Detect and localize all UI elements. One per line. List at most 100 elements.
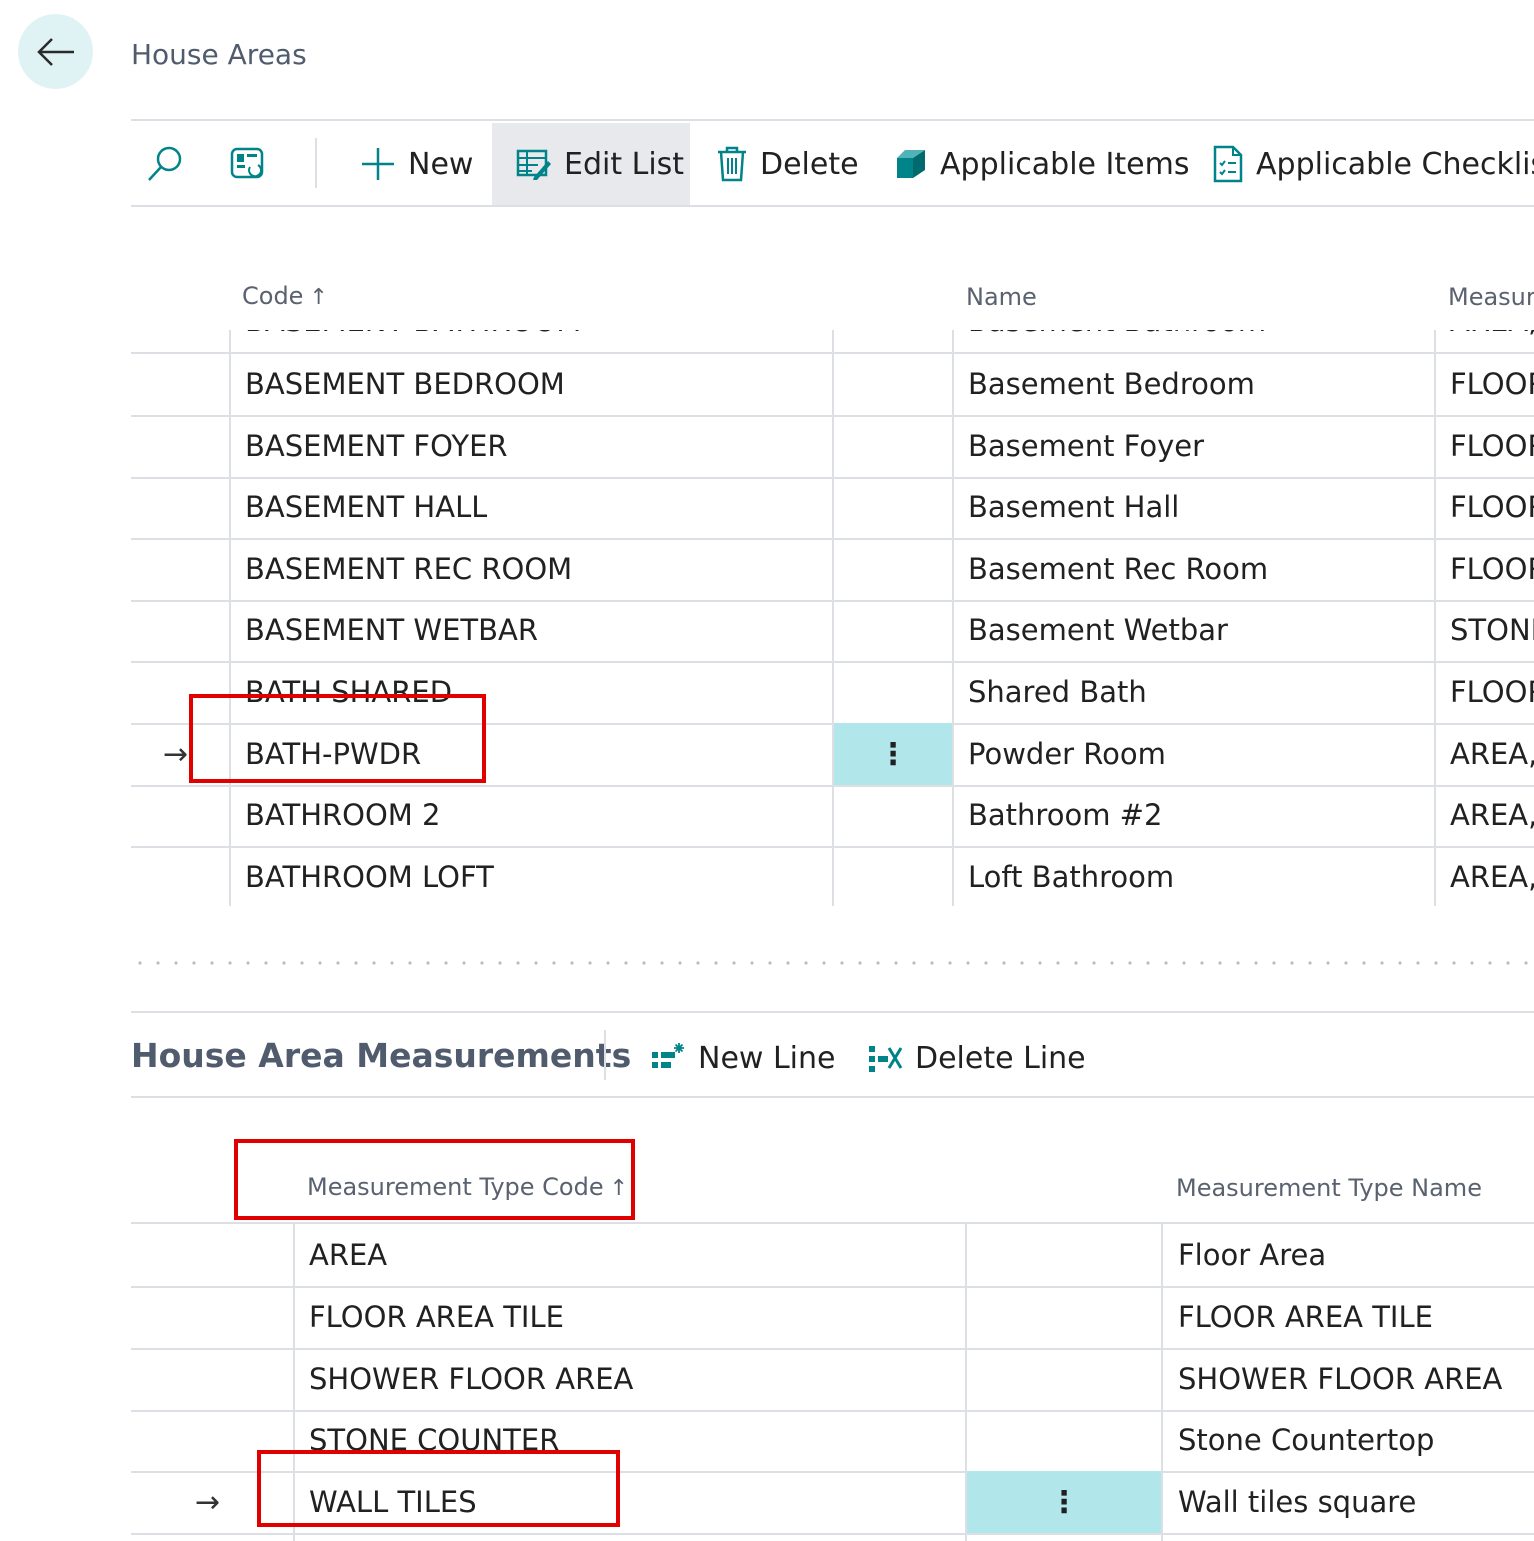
code-cell[interactable]: BATHROOM LOFT: [245, 846, 494, 906]
measurement-name-cell[interactable]: Stone Countertop: [1178, 1409, 1434, 1471]
table-row-selected[interactable]: → BATH-PWDR ⋮ Powder Room AREA,: [131, 723, 1534, 787]
code-cell[interactable]: BASEMENT BEDROOM: [245, 353, 565, 415]
row-menu-button[interactable]: ⋮: [967, 1471, 1161, 1533]
name-cell[interactable]: Basement Wetbar: [968, 599, 1228, 661]
code-cell[interactable]: BATH SHARED: [245, 661, 452, 723]
name-cell[interactable]: Shared Bath: [968, 661, 1147, 723]
measurement-code-cell[interactable]: STONE COUNTER: [309, 1409, 559, 1471]
current-row-arrow-icon: →: [195, 1484, 221, 1520]
measurement-code-cell[interactable]: AREA: [309, 1224, 387, 1286]
back-button[interactable]: [18, 14, 93, 89]
code-cell[interactable]: BASEMENT HALL: [245, 476, 487, 538]
delete-button[interactable]: Delete: [716, 123, 859, 205]
measurement-cell[interactable]: FLOOR: [1450, 476, 1534, 538]
delete-line-button[interactable]: Delete Line: [867, 1017, 1086, 1099]
code-cell[interactable]: BATH-PWDR: [245, 723, 421, 785]
measurement-name-cell[interactable]: Floor Area: [1178, 1224, 1326, 1286]
measurement-name-cell[interactable]: Wall tiles square: [1178, 1471, 1416, 1533]
table-row[interactable]: BASEMENT HALL Basement Hall FLOOR: [131, 476, 1534, 540]
table-row[interactable]: FLOOR AREA TILE FLOOR AREA TILE: [131, 1286, 1534, 1350]
column-header-code-label: Code: [242, 282, 304, 310]
measurement-code-cell[interactable]: WALL TILES: [309, 1471, 477, 1533]
name-cell[interactable]: Basement Foyer: [968, 415, 1204, 477]
measurement-cell[interactable]: AREA,: [1450, 846, 1534, 906]
measurements-grid: AREA Floor Area FLOOR AREA TILE FLOOR AR…: [131, 1222, 1534, 1541]
new-button[interactable]: New: [360, 123, 473, 205]
code-cell[interactable]: BASEMENT BATHROOM: [245, 330, 581, 352]
table-row[interactable]: BATHROOM LOFT Loft Bathroom AREA,: [131, 846, 1534, 906]
column-header-name[interactable]: Name: [966, 283, 1037, 311]
table-row[interactable]: STONE COUNTER Stone Countertop: [131, 1409, 1534, 1473]
table-row[interactable]: BASEMENT BEDROOM Basement Bedroom FLOOR: [131, 353, 1534, 417]
column-header-code[interactable]: Code ↑: [242, 282, 328, 310]
code-cell[interactable]: BASEMENT FOYER: [245, 415, 508, 477]
measurement-cell[interactable]: FLOOR: [1450, 415, 1534, 477]
sort-ascending-icon: ↑: [309, 285, 328, 310]
measurement-cell[interactable]: FLOOR: [1450, 353, 1534, 415]
name-cell[interactable]: Loft Bathroom: [968, 846, 1174, 906]
name-cell[interactable]: Basement Bathroom: [968, 330, 1266, 352]
toolbar-separator: [315, 138, 317, 188]
table-row[interactable]: BATH SHARED Shared Bath FLOOR: [131, 661, 1534, 725]
table-row[interactable]: BATHROOM 2 Bathroom #2 AREA,: [131, 784, 1534, 848]
subpart-title: House Area Measurements: [131, 1036, 632, 1075]
current-row-arrow-icon: →: [163, 736, 189, 772]
code-cell[interactable]: BATHROOM 2: [245, 784, 441, 846]
code-cell[interactable]: BASEMENT WETBAR: [245, 599, 538, 661]
measurement-code-cell[interactable]: SHOWER FLOOR AREA: [309, 1348, 633, 1410]
search-icon: [148, 146, 182, 181]
name-cell[interactable]: Basement Hall: [968, 476, 1179, 538]
measurement-cell[interactable]: FLOOR: [1450, 538, 1534, 600]
measurement-name-cell[interactable]: SHOWER FLOOR AREA: [1178, 1348, 1502, 1410]
table-row-selected[interactable]: → WALL TILES ⋮ Wall tiles square: [131, 1471, 1534, 1535]
measurement-cell[interactable]: AREA,: [1450, 784, 1534, 846]
new-line-icon: [652, 1043, 684, 1068]
measurement-cell[interactable]: FLOOR: [1450, 661, 1534, 723]
table-row[interactable]: BASEMENT WETBAR Basement Wetbar STONE: [131, 599, 1534, 663]
name-cell[interactable]: Powder Room: [968, 723, 1166, 785]
name-cell[interactable]: Basement Rec Room: [968, 538, 1268, 600]
table-row[interactable]: BASEMENT FOYER Basement Foyer FLOOR: [131, 415, 1534, 479]
edit-list-button[interactable]: Edit List: [492, 123, 690, 205]
new-line-label: New Line: [698, 1040, 836, 1076]
pane-splitter[interactable]: [131, 961, 1534, 965]
measurement-code-cell[interactable]: FLOOR AREA TILE: [309, 1286, 564, 1348]
plus-icon: [362, 148, 394, 180]
subpart-toolbar-divider: [131, 1096, 1534, 1098]
column-header-measurement[interactable]: Measur: [1448, 283, 1534, 311]
search-button[interactable]: [145, 123, 185, 205]
sort-ascending-icon: ↑: [609, 1176, 629, 1201]
measurement-cell[interactable]: STONE: [1450, 599, 1534, 661]
applicable-checklist-label: Applicable Checklist: [1256, 146, 1534, 182]
item-box-icon: [897, 150, 925, 178]
toolbar-top-divider: [131, 119, 1534, 121]
table-row[interactable]: BASEMENT REC ROOM Basement Rec Room FLOO…: [131, 538, 1534, 602]
house-areas-grid: BASEMENT BATHROOM Basement Bathroom AREA…: [131, 330, 1534, 906]
row-menu-button[interactable]: ⋮: [834, 723, 952, 785]
delete-line-label: Delete Line: [915, 1040, 1086, 1076]
filter-pane-button[interactable]: [228, 123, 268, 205]
measurement-name-cell[interactable]: FLOOR AREA TILE: [1178, 1286, 1433, 1348]
table-row[interactable]: AREA Floor Area: [131, 1224, 1534, 1288]
new-label: New: [408, 146, 474, 182]
code-cell[interactable]: BASEMENT REC ROOM: [245, 538, 572, 600]
measurement-cell[interactable]: AREA,: [1450, 330, 1534, 352]
column-header-measurement-type-name[interactable]: Measurement Type Name: [1176, 1174, 1482, 1202]
applicable-items-label: Applicable Items: [940, 146, 1190, 182]
edit-list-icon: [516, 149, 551, 180]
name-cell[interactable]: Bathroom #2: [968, 784, 1162, 846]
column-header-measurement-type-code[interactable]: Measurement Type Code ↑: [307, 1173, 628, 1201]
applicable-items-button[interactable]: Applicable Items: [894, 123, 1189, 205]
back-arrow-icon: [36, 37, 74, 66]
table-row[interactable]: SHOWER FLOOR AREA SHOWER FLOOR AREA: [131, 1348, 1534, 1412]
table-row[interactable]: BASEMENT BATHROOM Basement Bathroom AREA…: [131, 330, 1534, 354]
measurement-cell[interactable]: AREA,: [1450, 723, 1534, 785]
new-line-button[interactable]: New Line: [650, 1017, 836, 1099]
delete-line-icon: [869, 1046, 903, 1072]
filter-pane-icon: [230, 147, 264, 179]
name-cell[interactable]: Basement Bedroom: [968, 353, 1255, 415]
edit-list-label: Edit List: [564, 146, 685, 182]
applicable-checklist-button[interactable]: Applicable Checklist: [1212, 123, 1534, 205]
checklist-icon: [1213, 145, 1243, 183]
subpart-separator: [604, 1030, 606, 1080]
